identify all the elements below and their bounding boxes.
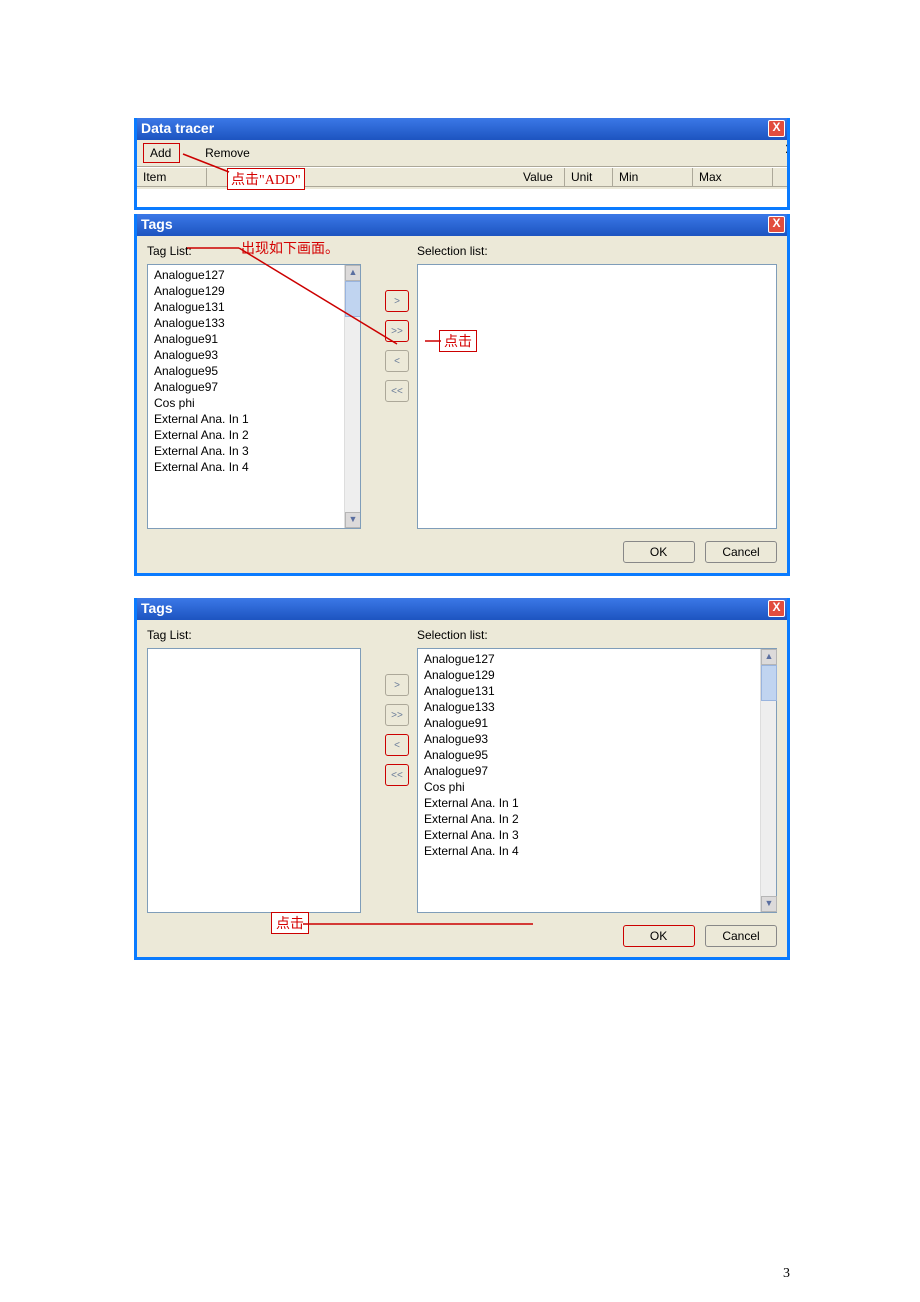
gh-min: Min (619, 170, 638, 184)
tags-dialog-2: Tags X Tag List: > >> < << Selection lis… (134, 598, 790, 960)
gh-max: Max (699, 170, 722, 184)
annotation-panel-text: 出现如下画面。 (241, 238, 339, 258)
move-all-left-button[interactable]: << (385, 764, 409, 786)
tags2-titlebar: Tags X (137, 598, 787, 620)
data-grid-body (137, 189, 787, 209)
cancel-button[interactable]: Cancel (705, 925, 777, 947)
list-item[interactable]: Analogue133 (420, 699, 774, 715)
tags1-titlebar: Tags X (137, 214, 787, 236)
list-item[interactable]: External Ana. In 1 (150, 411, 358, 427)
tag-list-box-empty[interactable] (147, 648, 361, 913)
list-item[interactable]: Analogue131 (150, 299, 358, 315)
selection-list-label: Selection list: (417, 244, 488, 258)
annotation-click-move: 点击 (439, 330, 477, 352)
scroll-up-icon[interactable]: ▲ (345, 265, 361, 281)
list-item[interactable]: Analogue129 (420, 667, 774, 683)
data-tracer-title: Data tracer (141, 120, 214, 136)
selection-list-label: Selection list: (417, 628, 488, 642)
list-item[interactable]: Analogue127 (420, 651, 774, 667)
scroll-thumb[interactable] (761, 665, 777, 701)
selection-list-box-empty[interactable] (417, 264, 777, 529)
list-item[interactable]: External Ana. In 3 (420, 827, 774, 843)
close-icon[interactable]: X (768, 216, 785, 233)
ok-button[interactable]: OK (623, 541, 695, 563)
close-icon[interactable]: X (768, 600, 785, 617)
move-all-right-button[interactable]: >> (385, 320, 409, 342)
tags2-title: Tags (141, 600, 173, 616)
gh-value: Value (523, 170, 553, 184)
list-item[interactable]: Analogue93 (150, 347, 358, 363)
scroll-down-icon[interactable]: ▼ (761, 896, 777, 912)
move-all-left-button[interactable]: << (385, 380, 409, 402)
list-item[interactable]: Analogue127 (150, 267, 358, 283)
tag-list-label: Tag List: (147, 628, 192, 642)
list-item[interactable]: External Ana. In 3 (150, 443, 358, 459)
list-item[interactable]: Analogue133 (150, 315, 358, 331)
tags-dialog-1: Tags X Tag List: Analogue127Analogue129A… (134, 214, 790, 576)
list-item[interactable]: Analogue95 (150, 363, 358, 379)
move-left-button[interactable]: < (385, 734, 409, 756)
list-item[interactable]: Analogue91 (150, 331, 358, 347)
move-right-button[interactable]: > (385, 290, 409, 312)
data-tracer-window: Data tracer X Add Remove Item Value Unit… (134, 118, 790, 210)
move-all-right-button[interactable]: >> (385, 704, 409, 726)
mover-buttons: > >> < << (385, 242, 409, 402)
list-item[interactable]: Analogue97 (420, 763, 774, 779)
list-item[interactable]: External Ana. In 4 (150, 459, 358, 475)
list-item[interactable]: Analogue131 (420, 683, 774, 699)
annotation-click-add: 点击"ADD" (227, 168, 305, 190)
data-tracer-titlebar: Data tracer X (137, 118, 787, 140)
close-icon[interactable]: X (768, 120, 785, 137)
gh-item: Item (143, 170, 166, 184)
list-item[interactable]: Analogue95 (420, 747, 774, 763)
move-left-button[interactable]: < (385, 350, 409, 372)
cancel-button[interactable]: Cancel (705, 541, 777, 563)
scrollbar[interactable]: ▲ ▼ (344, 265, 360, 528)
tags1-title: Tags (141, 216, 173, 232)
list-item[interactable]: Analogue97 (150, 379, 358, 395)
list-item[interactable]: Cos phi (150, 395, 358, 411)
tag-list-box[interactable]: Analogue127Analogue129Analogue131Analogu… (147, 264, 361, 529)
scroll-up-icon[interactable]: ▲ (761, 649, 777, 665)
remove-button[interactable]: Remove (198, 143, 259, 163)
gh-unit: Unit (571, 170, 592, 184)
list-item[interactable]: Analogue91 (420, 715, 774, 731)
selection-list-box[interactable]: Analogue127Analogue129Analogue131Analogu… (417, 648, 777, 913)
list-item[interactable]: External Ana. In 2 (420, 811, 774, 827)
move-right-button[interactable]: > (385, 674, 409, 696)
add-button[interactable]: Add (143, 143, 180, 163)
list-item[interactable]: Analogue129 (150, 283, 358, 299)
page-number: 3 (783, 1266, 790, 1282)
scroll-thumb[interactable] (345, 281, 361, 317)
list-item[interactable]: Cos phi (420, 779, 774, 795)
scrollbar[interactable]: ▲ ▼ (760, 649, 776, 912)
list-item[interactable]: External Ana. In 1 (420, 795, 774, 811)
data-tracer-toolbar: Add Remove (137, 140, 787, 167)
list-item[interactable]: External Ana. In 2 (150, 427, 358, 443)
scroll-down-icon[interactable]: ▼ (345, 512, 361, 528)
tag-list-label: Tag List: (147, 244, 192, 258)
annotation-click-ok: 点击 (271, 912, 309, 934)
mover-buttons: > >> < << (385, 626, 409, 786)
ok-button[interactable]: OK (623, 925, 695, 947)
list-item[interactable]: Analogue93 (420, 731, 774, 747)
list-item[interactable]: External Ana. In 4 (420, 843, 774, 859)
